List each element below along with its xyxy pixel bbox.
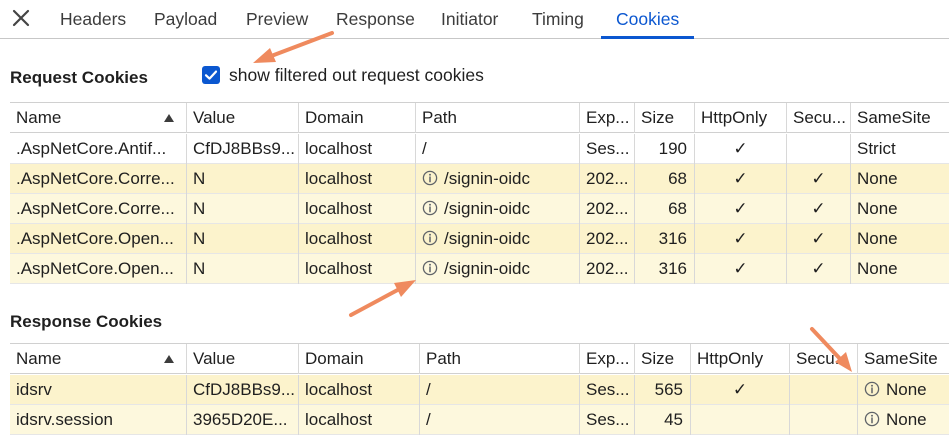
annotation-arrow-checkbox [253, 31, 334, 63]
annotation-arrows [253, 31, 852, 372]
annotation-arrow-path [349, 280, 416, 317]
annotation-arrow-samesite [810, 327, 852, 372]
